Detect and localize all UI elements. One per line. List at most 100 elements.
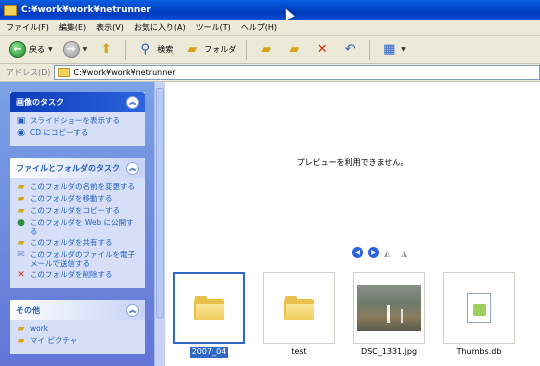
dropdown-arrow-icon[interactable]: ▼ [401, 46, 406, 53]
collapse-chevron-icon[interactable]: ︽ [126, 161, 139, 175]
dropdown-arrow-icon[interactable]: ▼ [83, 46, 88, 53]
file-folder-tasks-panel: ファイルとフォルダのタスク ︽ ▰ このフォルダの名前を変更する ▰ このフォル… [10, 158, 145, 288]
task-move-folder[interactable]: ▰ このフォルダを移動する [16, 194, 139, 204]
undo-button[interactable]: ↶ [338, 39, 362, 61]
thumbnail-frame[interactable] [263, 272, 335, 344]
views-button[interactable]: ▦ ▼ [377, 39, 409, 61]
file-item[interactable]: DSC_1331.jpg [353, 272, 425, 358]
forward-arrow-icon: → [62, 41, 80, 58]
task-email-files[interactable]: ✉ このフォルダのファイルを電子メールで送信する [16, 250, 139, 268]
globe-icon: ● [17, 218, 25, 228]
file-folder-tasks-header[interactable]: ファイルとフォルダのタスク ︽ [10, 158, 145, 178]
up-folder-icon: ⬆ [100, 42, 112, 57]
file-folder-tasks-title: ファイルとフォルダのタスク [16, 163, 120, 173]
folder-icon [194, 296, 224, 320]
photo-thumbnail [357, 285, 421, 331]
menu-favorites[interactable]: お気に入り(A) [134, 22, 186, 33]
delete-button[interactable]: ✕ [310, 39, 334, 61]
toolbar-separator [369, 39, 371, 60]
task-publish-web[interactable]: ● このフォルダを Web に公開する [16, 218, 139, 236]
email-icon: ✉ [17, 250, 25, 260]
task-delete-folder[interactable]: ✕ このフォルダを削除する [16, 270, 139, 280]
task-label: このフォルダを削除する [30, 270, 113, 279]
task-slideshow[interactable]: ▣ スライドショーを表示する [16, 116, 139, 126]
task-label: このフォルダを Web に公開する [30, 218, 134, 236]
menu-edit[interactable]: 編集(E) [59, 22, 86, 33]
move-to-button[interactable]: ▰ [254, 39, 278, 61]
thumbnail-frame[interactable] [173, 272, 245, 344]
collapse-chevron-icon[interactable]: ︽ [126, 95, 139, 109]
task-label: このフォルダを共有する [30, 238, 113, 247]
back-arrow-icon: ← [9, 41, 26, 58]
thumbnail-strip: 2007_04 test DSC_1331.jpg Thumbs.db [173, 272, 515, 358]
toolbar: ← 戻る ▼ → ▼ ⬆ ⚲ 検索 ▰ フォルダ ▰ ▰ ✕ ↶ ▦ ▼ [0, 36, 540, 64]
search-button[interactable]: ⚲ 検索 [133, 39, 176, 61]
address-label: アドレス(D) [6, 68, 51, 77]
file-name[interactable]: Thumbs.db [455, 347, 504, 358]
collapse-chevron-icon[interactable]: ︽ [126, 303, 139, 317]
back-button[interactable]: ← 戻る ▼ [6, 39, 56, 61]
folder-icon [284, 296, 314, 320]
folders-button[interactable]: ▰ フォルダ [180, 39, 239, 61]
move-to-folder-icon: ▰ [261, 42, 272, 57]
picture-tasks-title: 画像のタスク [16, 97, 64, 107]
folders-label: フォルダ [204, 45, 237, 54]
views-grid-icon: ▦ [383, 42, 396, 57]
menu-tools[interactable]: ツール(T) [196, 22, 231, 33]
copy-icon: ▰ [17, 206, 25, 216]
place-label: work [30, 324, 49, 333]
rotate-clockwise-icon[interactable]: ◭ [384, 249, 396, 258]
task-label: このフォルダのファイルを電子メールで送信する [30, 250, 135, 268]
task-pane-scrollbar[interactable] [154, 82, 165, 366]
dropdown-arrow-icon[interactable]: ▼ [48, 46, 53, 53]
file-name[interactable]: test [289, 347, 308, 358]
place-my-pictures[interactable]: ▰ マイ ピクチャ [16, 336, 139, 346]
thumbnail-frame[interactable] [443, 272, 515, 344]
preview-controls: ◀ ▶ ◭ ◮ [352, 247, 413, 258]
picture-tasks-header[interactable]: 画像のタスク ︽ [10, 92, 145, 112]
task-share-folder[interactable]: ▰ このフォルダを共有する [16, 238, 139, 248]
copy-to-folder-icon: ▰ [289, 42, 300, 57]
menu-file[interactable]: ファイル(F) [6, 22, 49, 33]
next-image-icon[interactable]: ▶ [368, 247, 379, 258]
other-places-panel: その他 ︽ ▰ work ▰ マイ ピクチャ [10, 300, 145, 354]
task-copy-folder[interactable]: ▰ このフォルダをコピーする [16, 206, 139, 216]
file-name[interactable]: 2007_04 [189, 347, 229, 358]
other-places-header[interactable]: その他 ︽ [10, 300, 145, 320]
copy-to-button[interactable]: ▰ [282, 39, 306, 61]
up-folder-button[interactable]: ⬆ [94, 39, 118, 61]
previous-image-icon[interactable]: ◀ [352, 247, 363, 258]
delete-x-icon: ✕ [316, 42, 328, 57]
place-work[interactable]: ▰ work [16, 324, 139, 334]
forward-button[interactable]: → ▼ [60, 39, 91, 61]
task-label: CD にコピーする [30, 128, 89, 137]
file-item[interactable]: test [263, 272, 335, 358]
address-input[interactable]: C:¥work¥work¥netrunner [54, 65, 540, 80]
task-label: このフォルダの名前を変更する [30, 182, 135, 191]
menu-bar: ファイル(F) 編集(E) 表示(V) お気に入り(A) ツール(T) ヘルプ(… [0, 20, 540, 36]
file-item[interactable]: Thumbs.db [443, 272, 515, 358]
folder-icon: ▰ [187, 42, 198, 57]
task-rename-folder[interactable]: ▰ このフォルダの名前を変更する [16, 182, 139, 192]
back-label: 戻る [29, 45, 45, 54]
filmstrip-view: プレビューを利用できません。 ◀ ▶ ◭ ◮ 2007_04 test DSC_… [165, 82, 540, 366]
rename-icon: ▰ [17, 182, 25, 192]
place-label: マイ ピクチャ [30, 336, 78, 345]
folder-icon [4, 4, 17, 16]
scrollbar-thumb[interactable] [156, 88, 164, 318]
window-title: C:¥work¥work¥netrunner [21, 5, 151, 15]
delete-x-icon: ✕ [17, 270, 25, 280]
rotate-counterclockwise-icon[interactable]: ◮ [401, 249, 413, 258]
file-item[interactable]: 2007_04 [173, 272, 245, 358]
file-name[interactable]: DSC_1331.jpg [359, 347, 419, 358]
thumbnail-frame[interactable] [353, 272, 425, 344]
cd-icon: ◉ [17, 128, 25, 138]
toolbar-separator [246, 39, 248, 60]
menu-view[interactable]: 表示(V) [96, 22, 124, 33]
search-label: 検索 [157, 45, 174, 54]
search-icon: ⚲ [140, 42, 151, 57]
task-pane: 画像のタスク ︽ ▣ スライドショーを表示する ◉ CD にコピーする ファイル… [0, 82, 164, 366]
folder-icon: ▰ [17, 336, 25, 346]
menu-help[interactable]: ヘルプ(H) [241, 22, 277, 33]
task-copy-to-cd[interactable]: ◉ CD にコピーする [16, 128, 139, 138]
